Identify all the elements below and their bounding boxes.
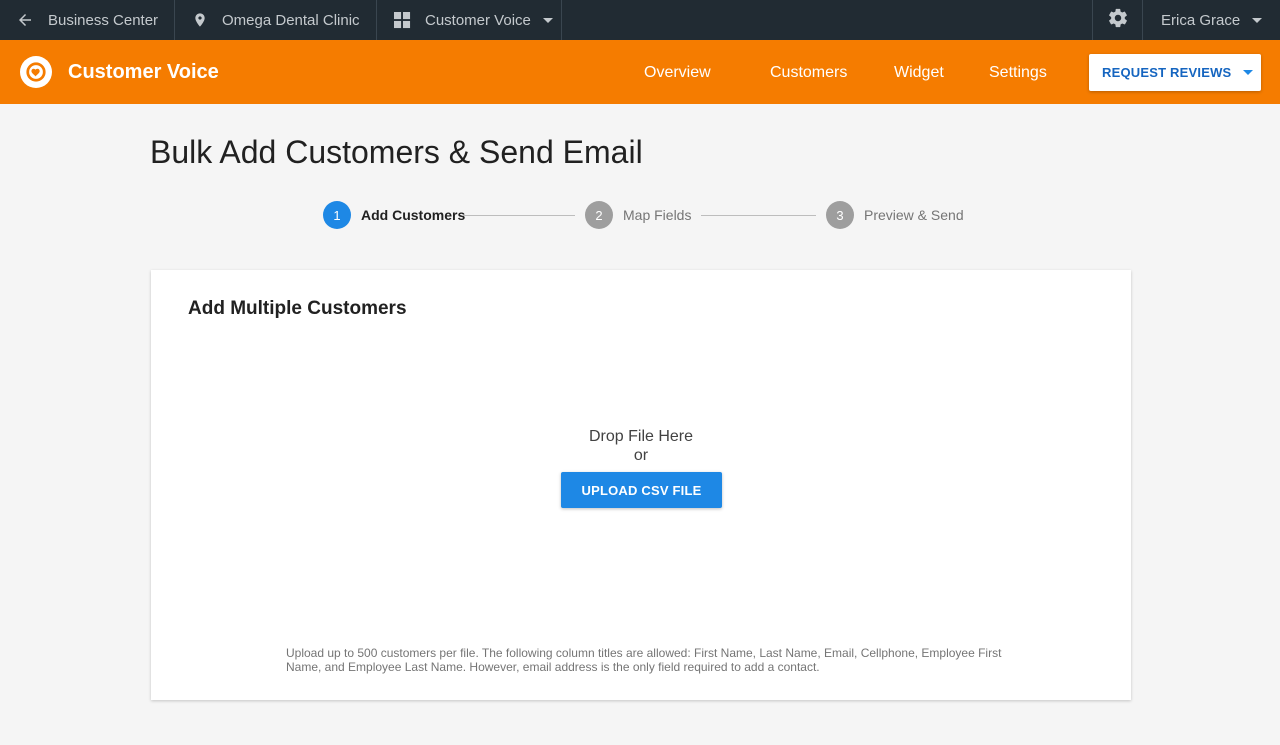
back-label: Business Center [48,11,159,29]
chevron-down-icon [542,17,553,23]
request-reviews-label: REQUEST REVIEWS [1102,65,1232,80]
page-title: Bulk Add Customers & Send Email [150,134,643,170]
user-name: Erica Grace [1161,11,1241,29]
step-connector [701,215,816,216]
grid-icon [394,11,411,29]
app-title: Customer Voice [68,61,219,83]
nav-settings[interactable]: Settings [989,64,1047,82]
heart-icon [20,56,52,88]
nav-customers[interactable]: Customers [770,64,847,82]
step-3-label: Preview & Send [864,207,964,223]
gear-icon [1107,7,1129,34]
step-2-number: 2 [585,201,613,229]
chevron-down-icon [1243,70,1254,75]
step-1-number: 1 [323,201,351,229]
upload-card: Add Multiple Customers Drop File Here or… [151,270,1131,700]
step-3-number: 3 [826,201,854,229]
drop-zone-label: Drop File Here [588,428,694,445]
app-switcher[interactable]: Customer Voice [377,0,562,40]
step-connector [462,215,575,216]
step-1-label: Add Customers [361,207,466,223]
upload-hint: Upload up to 500 customers per file. The… [286,646,1002,674]
nav-widget[interactable]: Widget [894,64,944,82]
request-reviews-button[interactable]: REQUEST REVIEWS [1089,54,1261,91]
app-switcher-label: Customer Voice [425,11,531,29]
back-to-business-center[interactable]: Business Center [0,0,175,40]
step-2-label: Map Fields [623,207,692,223]
settings-button[interactable] [1092,0,1143,40]
user-menu[interactable]: Erica Grace [1143,0,1280,40]
drop-zone-or: or [633,447,649,464]
app-header: Customer Voice Overview Customers Widget… [0,40,1280,104]
chevron-down-icon [1252,17,1263,23]
top-bar: Business Center Omega Dental Clinic Cust… [0,0,1280,40]
map-pin-icon [192,10,208,30]
upload-csv-button[interactable]: UPLOAD CSV FILE [561,472,722,508]
arrow-left-icon [16,11,34,29]
card-title: Add Multiple Customers [188,298,407,319]
location-label: Omega Dental Clinic [222,11,360,29]
location-selector[interactable]: Omega Dental Clinic [175,0,377,40]
nav-overview[interactable]: Overview [644,64,711,82]
